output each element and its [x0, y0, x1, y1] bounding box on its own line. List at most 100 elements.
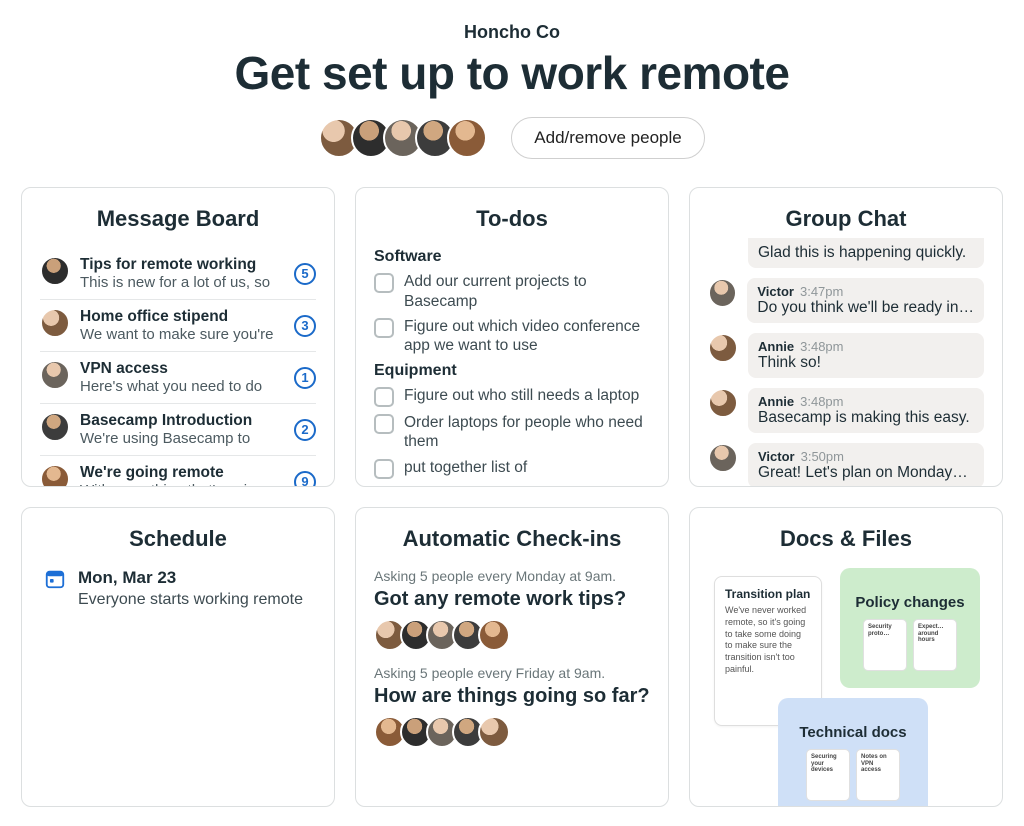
- chat-message[interactable]: Annie 3:48pm Basecamp is making this easy…: [708, 388, 984, 433]
- comment-count-badge: 3: [294, 315, 316, 337]
- todo-label: Figure out which video conference app we…: [404, 317, 650, 356]
- checkin-schedule-info: Asking 5 people every Monday at 9am.: [374, 568, 650, 584]
- chat-text: Think so!: [758, 354, 974, 372]
- card-todos[interactable]: To-dos Software Add our current projects…: [355, 187, 669, 487]
- doc-thumb: Security proto…: [863, 619, 907, 671]
- chat-message[interactable]: Victor 3:47pm Do you think we'll be ready…: [708, 278, 984, 323]
- chat-time: 3:48pm: [800, 394, 843, 409]
- checkin-respondents: [374, 716, 650, 748]
- todo-label: put together list of: [404, 458, 527, 477]
- company-name: Honcho Co: [0, 22, 1024, 43]
- page-title: Get set up to work remote: [0, 49, 1024, 97]
- avatar: [478, 716, 510, 748]
- avatar: [40, 308, 70, 338]
- card-title: Docs & Files: [708, 526, 984, 552]
- folder-item[interactable]: Policy changes Security proto… Expect… a…: [840, 568, 980, 688]
- avatar: [708, 333, 738, 363]
- avatar: [40, 464, 70, 487]
- doc-thumb: Notes on VPN access: [856, 749, 900, 801]
- card-title: Message Board: [40, 206, 316, 232]
- checkin-schedule-info: Asking 5 people every Friday at 9am.: [374, 665, 650, 681]
- todo-label: Figure out who still needs a laptop: [404, 386, 639, 405]
- message-item[interactable]: VPN access Here's what you need to do 1: [40, 352, 316, 404]
- avatar: [40, 256, 70, 286]
- folder-item[interactable]: Technical docs Securing your devices Not…: [778, 698, 928, 807]
- card-checkins[interactable]: Automatic Check-ins Asking 5 people ever…: [355, 507, 669, 807]
- schedule-desc: Everyone starts working remote: [78, 590, 303, 610]
- chat-time: 3:48pm: [800, 339, 843, 354]
- calendar-icon: [44, 568, 66, 590]
- message-snippet: With everything that's going: [80, 482, 284, 487]
- message-item[interactable]: We're going remote With everything that'…: [40, 456, 316, 487]
- add-remove-people-button[interactable]: Add/remove people: [511, 117, 704, 159]
- avatar: [708, 443, 738, 473]
- chat-author: Annie: [758, 394, 794, 409]
- checkbox-icon[interactable]: [374, 387, 394, 407]
- checkbox-icon[interactable]: [374, 273, 394, 293]
- message-item[interactable]: Tips for remote working This is new for …: [40, 248, 316, 300]
- doc-title: Transition plan: [725, 587, 811, 601]
- message-title: VPN access: [80, 360, 284, 378]
- chat-author: Victor: [757, 284, 794, 299]
- message-snippet: Here's what you need to do: [80, 378, 284, 395]
- chat-time: 3:50pm: [801, 449, 844, 464]
- comment-count-badge: 9: [294, 471, 316, 488]
- chat-message[interactable]: Annie3:48pm Think so!: [708, 333, 984, 378]
- message-item[interactable]: Home office stipend We want to make sure…: [40, 300, 316, 352]
- message-title: Basecamp Introduction: [80, 412, 284, 430]
- message-snippet: This is new for a lot of us, so: [80, 274, 284, 291]
- comment-count-badge: 1: [294, 367, 316, 389]
- card-message-board[interactable]: Message Board Tips for remote working Th…: [21, 187, 335, 487]
- chat-text: Great! Let's plan on Monday…: [758, 464, 974, 482]
- avatar: [40, 412, 70, 442]
- card-schedule[interactable]: Schedule Mon, Mar 23 Everyone starts wor…: [21, 507, 335, 807]
- checkbox-icon[interactable]: [374, 318, 394, 338]
- checkin-block[interactable]: Asking 5 people every Friday at 9am. How…: [374, 665, 650, 748]
- chat-message[interactable]: Victor 3:50pm Great! Let's plan on Monday…: [708, 443, 984, 487]
- checkin-block[interactable]: Asking 5 people every Monday at 9am. Got…: [374, 568, 650, 651]
- todo-group-title[interactable]: Software: [374, 248, 650, 266]
- todo-item[interactable]: put together list of: [374, 458, 650, 479]
- todo-item[interactable]: Order laptops for people who need them: [374, 413, 650, 452]
- chat-text: Do you think we'll be ready in…: [757, 299, 974, 317]
- avatar: [708, 278, 737, 308]
- todo-label: Order laptops for people who need them: [404, 413, 650, 452]
- checkin-question: How are things going so far?: [374, 685, 650, 708]
- checkbox-icon[interactable]: [374, 414, 394, 434]
- doc-thumb: Expect… around hours: [913, 619, 957, 671]
- schedule-item[interactable]: Mon, Mar 23 Everyone starts working remo…: [40, 568, 316, 610]
- card-title: Automatic Check-ins: [374, 526, 650, 552]
- todo-item[interactable]: Figure out who still needs a laptop: [374, 386, 650, 407]
- checkbox-icon[interactable]: [374, 459, 394, 479]
- todo-group-title[interactable]: Equipment: [374, 362, 650, 380]
- todo-item[interactable]: Add our current projects to Basecamp: [374, 272, 650, 311]
- todo-item[interactable]: Figure out which video conference app we…: [374, 317, 650, 356]
- message-title: Home office stipend: [80, 308, 284, 326]
- message-snippet: We want to make sure you're: [80, 326, 284, 343]
- checkin-question: Got any remote work tips?: [374, 588, 650, 611]
- chat-text: Basecamp is making this easy.: [758, 409, 974, 427]
- card-group-chat[interactable]: Group Chat Glad this is happening quickl…: [689, 187, 1003, 487]
- folder-label: Policy changes: [850, 594, 970, 611]
- chat-author: Victor: [758, 449, 795, 464]
- avatar[interactable]: [447, 118, 487, 158]
- card-docs-files[interactable]: Docs & Files Transition plan We've never…: [689, 507, 1003, 807]
- doc-body: We've never worked remote, so it's going…: [725, 605, 811, 675]
- folder-label: Technical docs: [788, 724, 918, 741]
- chat-text: Glad this is happening quickly.: [758, 244, 974, 262]
- card-title: Schedule: [40, 526, 316, 552]
- avatar: [40, 360, 70, 390]
- comment-count-badge: 2: [294, 419, 316, 441]
- card-title: To-dos: [374, 206, 650, 232]
- todo-label: Add our current projects to Basecamp: [404, 272, 650, 311]
- message-title: Tips for remote working: [80, 256, 284, 274]
- project-members[interactable]: [319, 118, 487, 158]
- chat-time: 3:47pm: [800, 284, 843, 299]
- message-item[interactable]: Basecamp Introduction We're using Baseca…: [40, 404, 316, 456]
- card-title: Group Chat: [708, 206, 984, 232]
- doc-thumb: Securing your devices: [806, 749, 850, 801]
- avatar: [478, 619, 510, 651]
- chat-message[interactable]: Glad this is happening quickly.: [708, 238, 984, 268]
- message-snippet: We're using Basecamp to: [80, 430, 284, 447]
- checkin-respondents: [374, 619, 650, 651]
